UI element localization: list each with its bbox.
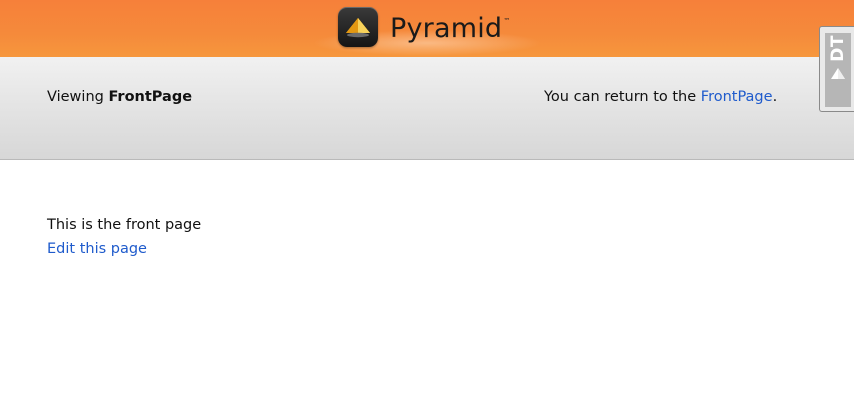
return-prefix: You can return to the xyxy=(544,89,701,105)
return-suffix: . xyxy=(772,89,778,105)
debug-toolbar-label: DT xyxy=(828,35,848,62)
debug-toolbar-tab[interactable]: DT xyxy=(819,26,854,112)
main-content: This is the front page Edit this page xyxy=(47,213,201,261)
brand-name: Pyramid™ xyxy=(390,13,510,44)
pyramid-mini-icon xyxy=(829,66,847,86)
debug-toolbar-handle: DT xyxy=(825,33,851,107)
viewing-label: Viewing FrontPage xyxy=(47,88,192,106)
edit-page-link[interactable]: Edit this page xyxy=(47,241,147,257)
return-note: You can return to the FrontPage. xyxy=(544,88,777,106)
viewing-prefix: Viewing xyxy=(47,89,109,105)
page: Pyramid™ Viewing FrontPage You can retur… xyxy=(0,0,854,412)
trademark-mark: ™ xyxy=(503,16,511,25)
pyramid-logo-icon xyxy=(338,7,378,47)
pyramid-logo[interactable]: Pyramid™ xyxy=(338,7,510,47)
frontpage-link[interactable]: FrontPage xyxy=(701,89,773,105)
page-body-text: This is the front page xyxy=(47,217,202,233)
brand-name-text: Pyramid xyxy=(390,12,503,44)
viewing-page-name: FrontPage xyxy=(108,89,193,105)
subheader-bar xyxy=(0,57,854,160)
top-banner: Pyramid™ xyxy=(0,0,854,57)
